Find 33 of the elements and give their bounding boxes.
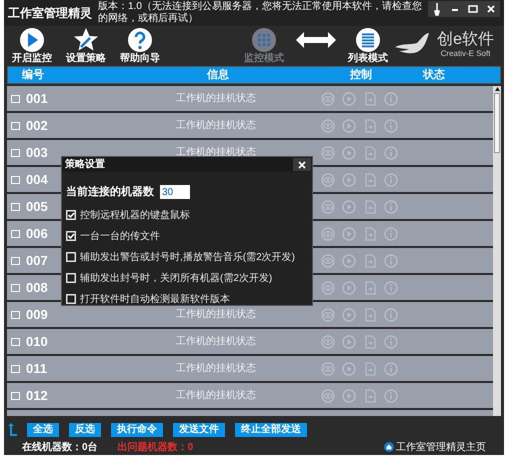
- column-header: 编号: [21, 68, 45, 83]
- field-label: 当前连接的机器数: [66, 184, 154, 200]
- option-label: 控制远程机器的键盘鼠标: [80, 208, 190, 222]
- machine-number: 003: [26, 144, 48, 162]
- machine-status: 工作机的挂机状态: [175, 308, 257, 322]
- logo-name: 创e软件: [437, 31, 494, 49]
- machine-number: 011: [26, 360, 47, 378]
- option-label: 辅助发出封号时，关闭所有机器(需2次开发): [80, 272, 272, 286]
- logo-tagline: Creativ-E Soft: [440, 49, 490, 59]
- option-label: 一台一台的传文件: [80, 230, 160, 244]
- machine-number: 002: [26, 116, 48, 135]
- machine-number: 008: [26, 278, 48, 297]
- column-header: 状态: [422, 68, 446, 83]
- machine-status: 工作机的挂机状态: [175, 388, 257, 403]
- machine-number: 001: [26, 90, 48, 108]
- machine-status: 工作机的挂机状态: [175, 362, 257, 376]
- online-count: 在线机器数：0台: [22, 440, 98, 454]
- column-header: 信息: [206, 68, 230, 83]
- machine-status: 工作机的挂机状态: [175, 92, 257, 106]
- window-title: 工作室管理精灵: [8, 5, 92, 22]
- machine-number: 004: [26, 170, 48, 189]
- machine-number: 009: [26, 306, 48, 324]
- machine-number: 007: [26, 252, 48, 270]
- machine-status: 工作机的挂机状态: [175, 334, 257, 349]
- version-notice: 版本：1.0（无法连接到公易服务器，您将无法正常使用本软件，请检查您的网络，或稍后再试）: [98, 1, 422, 25]
- column-header: 控制: [348, 68, 373, 83]
- machine-number: 010: [26, 332, 48, 351]
- machine-status: 工作机的挂机状态: [175, 118, 257, 133]
- option-label: 辅助发出警告或封号时,播放警告音乐(需2次开发): [80, 250, 295, 264]
- machine-number: 006: [26, 224, 48, 243]
- problem-count: 出问题机器数：0: [118, 440, 194, 454]
- machine-number: 005: [26, 198, 48, 216]
- machine-number: 012: [26, 386, 48, 405]
